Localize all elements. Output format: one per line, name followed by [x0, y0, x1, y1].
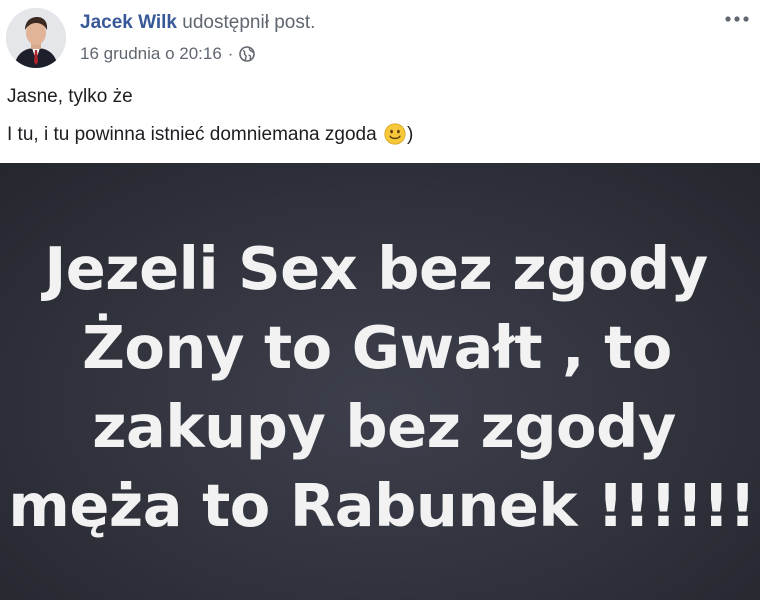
meta-separator: · [227, 44, 234, 63]
share-action-text: udostępnił post. [182, 12, 316, 33]
post-message-text: ) [406, 124, 414, 145]
post-message-line: I tu, i tu powinna istnieć domniemana zg… [7, 123, 747, 146]
post-message-line: Jasne, tylko że [7, 86, 133, 107]
post-meta: 16 grudnia o 20:16 · [80, 43, 256, 65]
post-image[interactable]: Jezeli Sex bez zgody Żony to Gwałt , to … [0, 163, 760, 600]
slightly-smiling-face-icon [384, 123, 406, 145]
globe-icon[interactable] [239, 46, 256, 62]
image-text: Jezeli Sex bez zgody Żony to Gwałt , to … [0, 229, 760, 545]
author-name-link[interactable]: Jacek Wilk [80, 12, 177, 33]
avatar-photo [6, 8, 66, 68]
post-message: Jasne, tylko że I tu, i tu powinna istni… [7, 86, 747, 146]
ellipsis-icon [725, 16, 749, 22]
author-line: Jacek Wilk udostępnił post. [80, 11, 315, 35]
image-text-line: Żony to Gwałt , to [82, 313, 672, 382]
post-header: Jacek Wilk udostępnił post. 16 grudnia o… [0, 0, 760, 78]
post-message-text: I tu, i tu powinna istnieć domniemana zg… [7, 124, 377, 145]
post-timestamp-link[interactable]: 16 grudnia o 20:16 [80, 43, 222, 65]
more-options-button[interactable] [722, 10, 752, 32]
image-text-line: Jezeli Sex bez zgody [44, 234, 708, 303]
image-text-line: męża to Rabunek !!!!!! [8, 471, 756, 540]
avatar[interactable] [6, 8, 66, 68]
image-text-line: zakupy bez zgody [92, 392, 676, 461]
